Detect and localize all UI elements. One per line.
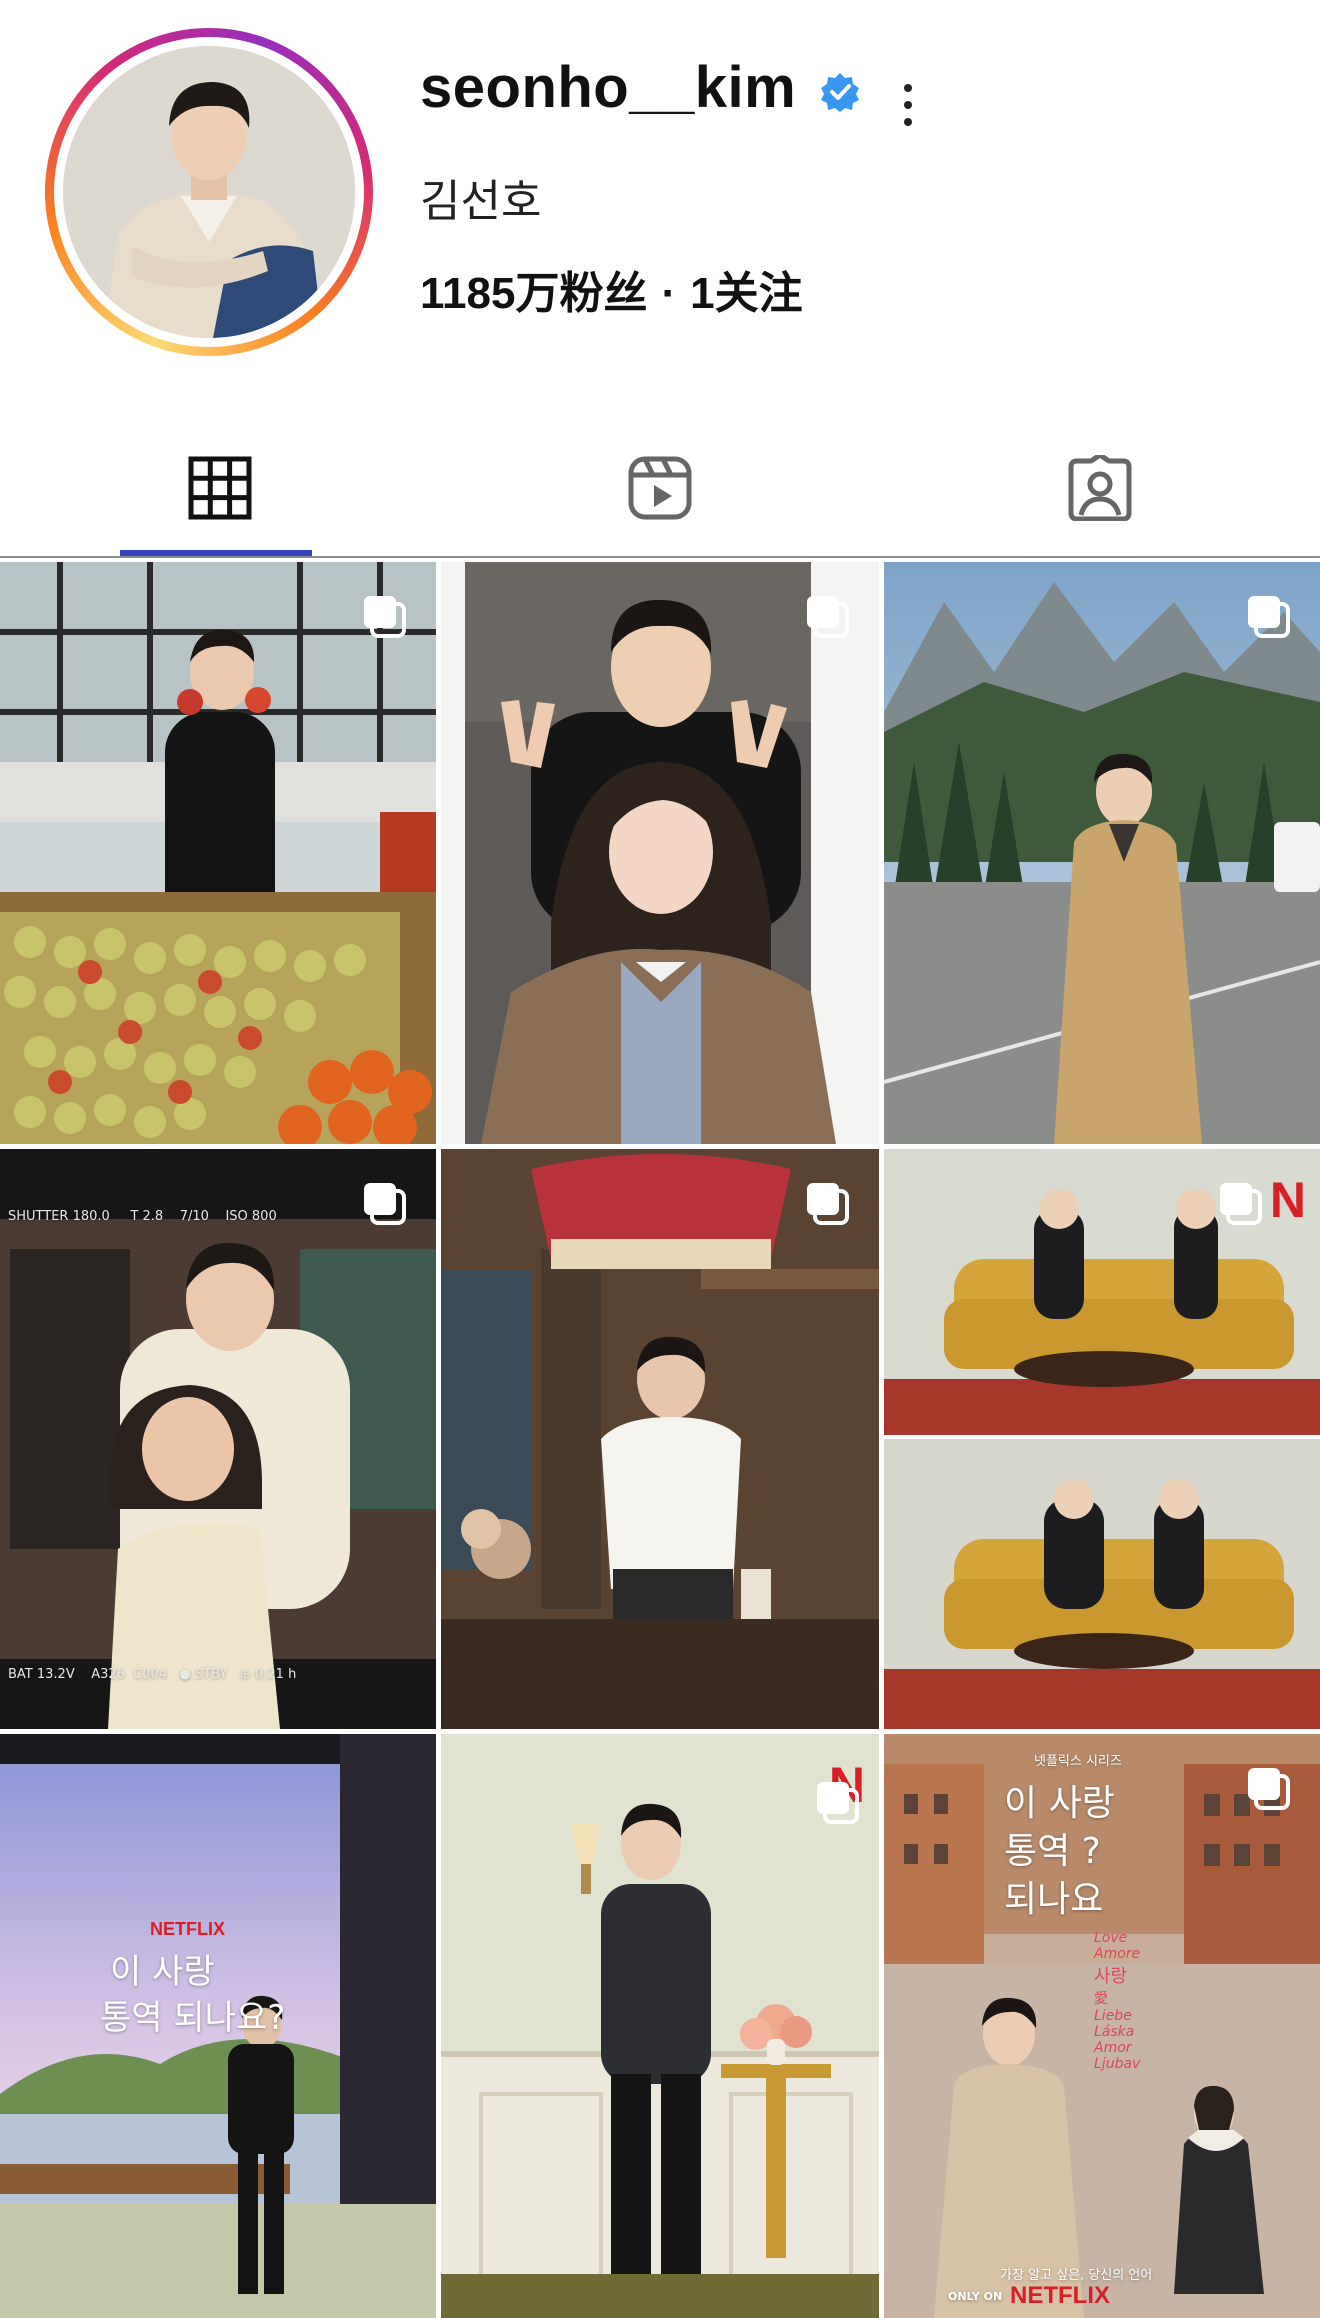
poster-title-line1: 이 사랑 <box>1004 1783 1115 1824</box>
more-options-icon[interactable] <box>890 80 926 130</box>
post-tile[interactable] <box>884 562 1320 1144</box>
avatar-photo <box>63 46 355 338</box>
profile-screen: seonho__kim 김선호 1185万粉丝 · 1关注 SHUTTER 18… <box>0 0 1320 2318</box>
monitor-top-readout: SHUTTER 180.0 T 2.8 7/10 ISO 800 <box>8 1209 277 1224</box>
post-image <box>0 562 436 1144</box>
poster-word: 사랑 <box>1094 1966 1128 1987</box>
poster-title-line2: 통역 ? <box>1004 1831 1101 1872</box>
tagged-icon <box>1068 454 1132 521</box>
poster-title-line2: 통역 되나요? <box>100 1998 286 2038</box>
post-image <box>884 562 1320 1144</box>
tab-tagged[interactable] <box>880 420 1320 555</box>
netflix-badge: N <box>1269 1172 1306 1228</box>
followers-count[interactable]: 1185万粉丝 <box>420 257 647 321</box>
profile-stats: 1185万粉丝 · 1关注 <box>420 257 803 321</box>
avatar[interactable] <box>63 46 355 338</box>
tab-posts[interactable] <box>0 420 440 555</box>
poster-title-line1: 이 사랑 <box>110 1952 215 1992</box>
reels-icon <box>628 456 692 519</box>
post-tile[interactable]: NETFLIX 이 사랑 통역 되나요? <box>0 1734 436 2318</box>
following-count[interactable]: 1关注 <box>690 257 802 321</box>
tab-reels[interactable] <box>440 420 880 555</box>
poster-kicker: 넷플릭스 시리즈 <box>1034 1754 1122 1769</box>
username: seonho__kim <box>420 55 797 120</box>
poster-word: Liebe <box>1094 2008 1132 2024</box>
display-name: 김선호 <box>420 177 542 226</box>
stats-separator: · <box>661 269 677 318</box>
poster-word: Love <box>1094 1930 1128 1946</box>
grid-icon <box>188 456 252 519</box>
post-tile[interactable]: N <box>884 1149 1320 1729</box>
posts-grid: SHUTTER 180.0 T 2.8 7/10 ISO 800 BAT 13.… <box>0 562 1320 2318</box>
multiple-photos-icon <box>817 1782 859 1824</box>
poster-only-on: ONLY ON <box>948 2290 1003 2303</box>
multiple-photos-icon <box>807 1183 849 1225</box>
post-tile[interactable]: N <box>441 1734 879 2318</box>
poster-word: Amor <box>1094 2040 1132 2056</box>
netflix-wordmark: NETFLIX <box>1010 2282 1110 2309</box>
verified-badge-icon <box>821 73 859 112</box>
multiple-photos-icon <box>1248 596 1290 638</box>
multiple-photos-icon <box>1248 1768 1290 1810</box>
poster-word: Ljubav <box>1094 2056 1141 2072</box>
poster-word: Láska <box>1094 2024 1135 2040</box>
netflix-wordmark: NETFLIX <box>150 1919 225 1939</box>
story-ring[interactable] <box>45 28 373 356</box>
post-image <box>441 1149 879 1729</box>
post-image <box>884 1149 1320 1729</box>
post-tile[interactable] <box>0 562 436 1144</box>
poster-word: Amore <box>1094 1946 1141 1962</box>
multiple-photos-icon <box>1220 1183 1262 1225</box>
monitor-bottom-readout: BAT 13.2V A326 C004 ● STBY ⊕ 0:21 h <box>8 1667 297 1682</box>
multiple-photos-icon <box>807 596 849 638</box>
poster-word: 愛 <box>1094 1991 1108 2007</box>
post-tile[interactable] <box>441 562 879 1144</box>
post-tile[interactable] <box>441 1149 879 1729</box>
post-image <box>441 562 879 1144</box>
poster-love-words: Love Amore 사랑 愛 Liebe Láska Amor Ljubav <box>1094 1930 1194 2072</box>
poster-tagline: 가장 알고 싶은, 당신의 언어 <box>1000 2268 1153 2283</box>
multiple-photos-icon <box>364 596 406 638</box>
profile-tabs <box>0 420 1320 560</box>
post-tile[interactable]: SHUTTER 180.0 T 2.8 7/10 ISO 800 BAT 13.… <box>0 1149 436 1729</box>
post-image <box>0 1149 436 1729</box>
multiple-photos-icon <box>364 1183 406 1225</box>
post-tile[interactable]: 넷플릭스 시리즈 이 사랑 통역 ? 되나요 Love Amore 사랑 愛 L… <box>884 1734 1320 2318</box>
poster-title-line3: 되나요 <box>1004 1879 1104 1920</box>
